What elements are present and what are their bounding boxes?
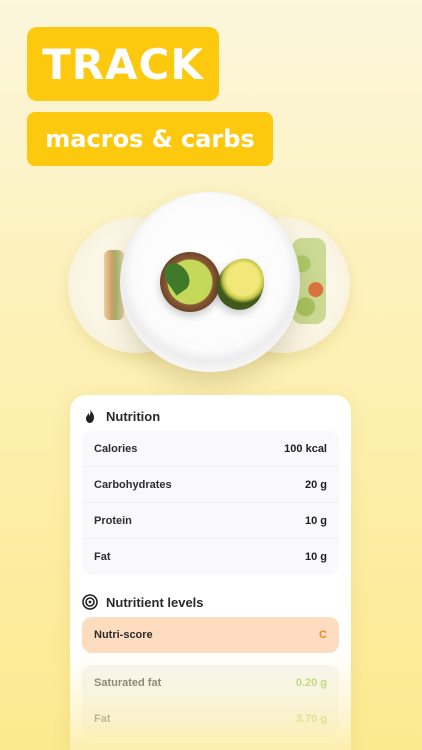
nutri-score-grade: C — [319, 629, 327, 641]
nutrition-row-fat: Fat 10 g — [82, 539, 339, 575]
subheadline-text: macros & carbs — [45, 125, 255, 153]
row-value: 10 g — [304, 551, 327, 563]
levels-title: Nutritient levels — [106, 594, 204, 610]
nutrition-row-carbohydrates: Carbohydrates 20 g — [82, 467, 339, 503]
nutri-score-row[interactable]: Nutri-score C — [82, 617, 339, 653]
levels-row-saturated-fat: Saturated fat 0.20 g — [82, 665, 339, 701]
row-name: Fat — [94, 551, 111, 563]
row-name: Saturated fat — [94, 676, 162, 689]
levels-table: Saturated fat 0.20 g Fat 3.70 g — [82, 665, 339, 737]
nutrition-card: Nutrition Calories 100 kcal Carbohydrate… — [70, 395, 351, 750]
target-icon — [82, 594, 98, 610]
headline-text: TRACK — [42, 39, 204, 89]
row-value: 0.20 g — [295, 676, 327, 689]
row-name: Protein — [94, 514, 132, 527]
nutrition-header: Nutrition — [82, 408, 160, 424]
nutri-score-label: Nutri-score — [94, 629, 153, 641]
nutrition-title: Nutrition — [106, 408, 161, 424]
nutrition-row-protein: Protein 10 g — [82, 503, 339, 539]
subheadline-badge: macros & carbs — [27, 112, 273, 166]
row-value: 20 g — [304, 478, 327, 491]
row-value: 3.70 g — [295, 713, 327, 725]
headline-badge: TRACK — [27, 27, 219, 101]
row-value: 100 kcal — [284, 442, 327, 455]
row-name: Calories — [94, 442, 138, 455]
nutrition-row-calories: Calories 100 kcal — [82, 431, 339, 467]
levels-row-fat: Fat 3.70 g — [82, 701, 339, 737]
row-name: Carbohydrates — [94, 478, 172, 491]
row-name: Fat — [94, 713, 111, 725]
levels-header: Nutritient levels — [82, 594, 204, 610]
row-value: 10 g — [304, 514, 327, 527]
flame-icon — [86, 409, 94, 423]
nutrition-table: Calories 100 kcal Carbohydrates 20 g Pro… — [82, 431, 339, 575]
